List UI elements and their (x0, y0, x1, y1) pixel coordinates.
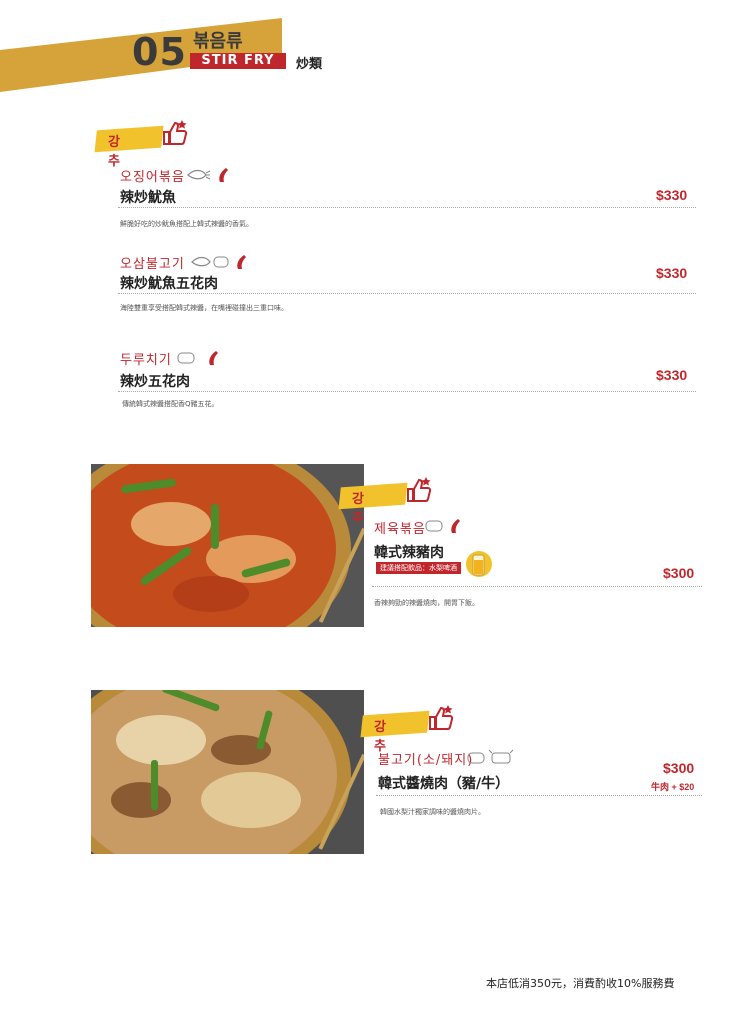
item-ko-name: 오삼불고기 (120, 257, 185, 272)
divider (118, 293, 696, 294)
beef-surcharge: 牛肉 + $20 (651, 782, 695, 792)
item-name: 辣炒五花肉 (120, 374, 190, 390)
pairing-badge: 建議搭配飲品：水梨啤酒 (376, 562, 461, 574)
thumbs-up-icon (163, 120, 188, 145)
item-desc: 海陸雙重享受搭配韓式辣醬，在嘴裡碰撞出三重口味。 (120, 304, 288, 312)
item-ko-name: 오징어볶음 (120, 170, 185, 185)
beer-icon (466, 551, 492, 577)
item-price: $300 (663, 565, 695, 581)
squid-pig-chili-icon (191, 255, 246, 269)
recommend-tag-text: 강 추 (108, 135, 124, 169)
item-name: 韓式辣豬肉 (374, 545, 444, 561)
dish-photo (91, 464, 364, 627)
item-desc: 鮮脆好吃的炒魷魚搭配上韓式辣醬的香氣。 (120, 220, 253, 228)
item-desc: 傳統韓式辣醬搭配香Q豬五花。 (122, 400, 219, 408)
service-charge-note: 本店低消350元，消費酌收10%服務費 (486, 977, 675, 990)
dish-photo (91, 690, 364, 854)
pig-chili-icon (425, 519, 460, 533)
divider (118, 391, 696, 392)
item-price: $330 (656, 367, 688, 383)
pig-cow-icon (467, 749, 514, 764)
item-ko-name: 불고기(소/돼지) (378, 753, 474, 768)
recommend-tag-text: 강 추 (352, 492, 368, 526)
item-desc: 韓國水梨汁獨家調味的醬燒肉片。 (380, 808, 485, 816)
divider (376, 795, 702, 796)
item-name: 辣炒魷魚五花肉 (120, 276, 218, 292)
item-price: $300 (663, 760, 695, 776)
section-title-zh: 炒類 (296, 57, 323, 72)
section-title-ko: 볶음류 (193, 31, 243, 52)
thumbs-up-icon (407, 477, 432, 502)
item-desc: 香辣夠勁的辣醬燒肉，開胃下飯。 (374, 599, 479, 607)
divider (118, 207, 696, 208)
section-banner (0, 18, 282, 92)
section-number: 05 (132, 30, 187, 74)
divider (372, 586, 702, 587)
thumbs-up-icon (429, 705, 454, 730)
section-title-en: STIR FRY (190, 53, 286, 69)
item-name: 辣炒魷魚 (120, 190, 176, 206)
item-price: $330 (656, 187, 688, 203)
item-price: $330 (656, 265, 688, 281)
pig-chili-icon (177, 351, 218, 365)
item-ko-name: 제육볶음 (374, 522, 426, 537)
squid-chili-icon (187, 168, 228, 182)
item-name: 韓式醬燒肉（豬/牛） (378, 776, 510, 792)
item-ko-name: 두루치기 (120, 353, 172, 368)
